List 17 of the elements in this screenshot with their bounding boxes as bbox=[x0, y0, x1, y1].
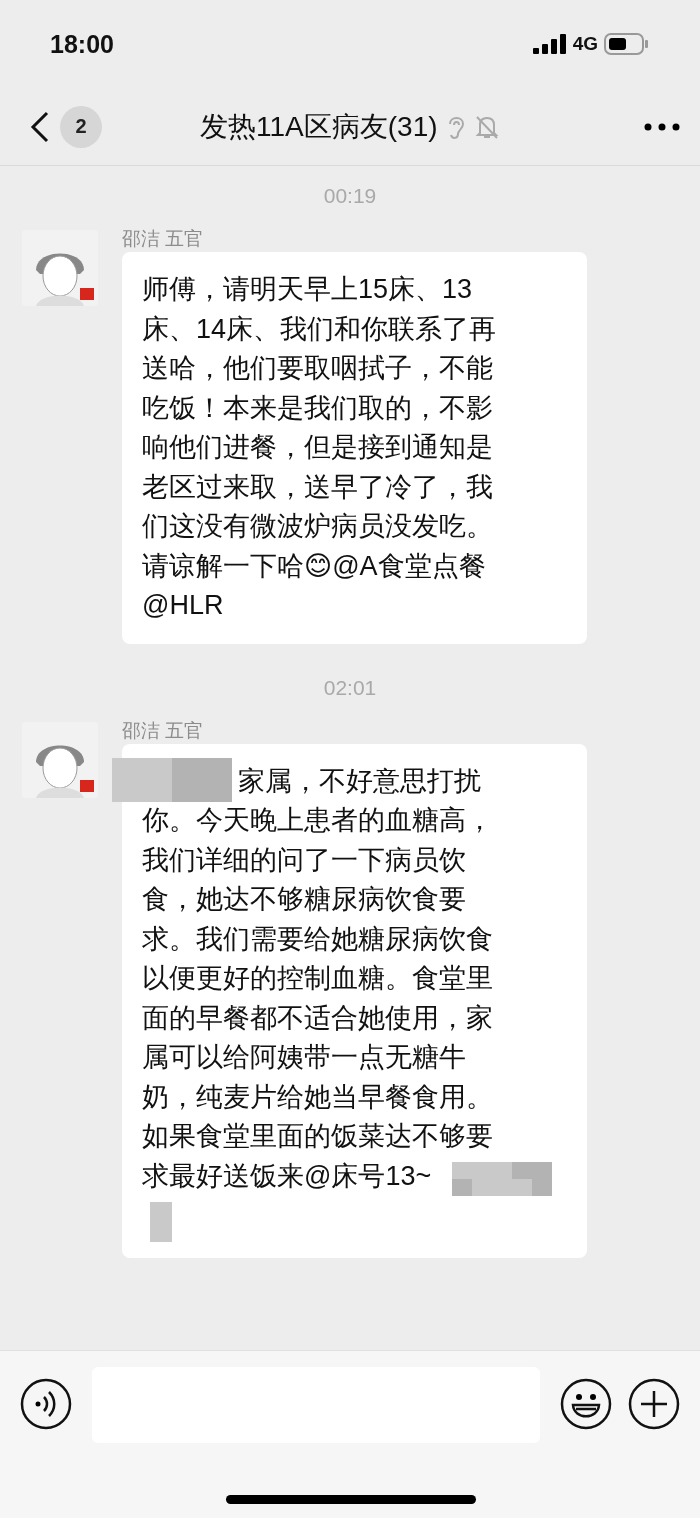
message-text: 师傅，请明天早上15床、13 床、14床、我们和你联系了再 送哈，他们要取咽拭子，不能 吃饭！本来是我们取的，不影 响他们进餐，但是接到通知是 老区过来取，送早了冷了，我 们这没有微波炉病员没发吃。 请谅解一下哈😊@A食堂点餐 @HLR bbox=[142, 273, 498, 622]
chat-title: 发热11A区病友(31) bbox=[200, 109, 438, 144]
message-text: 家属，不好意思打扰 你。今天晚上患者的血糖高， 我们详细的问了一下病员饮 食，她达不够糖尿病饮食要 求。我们需要给她糖尿病饮食 以便更好的控制血糖。食堂里 面的早餐都不适合她使用，家 属可以给阿姨带一点无糖牛 奶，纯麦片给她当早餐食用。 如果食堂里面的饭菜达不够要 求最好送饭来@床号13~ bbox=[142, 764, 494, 1193]
network-label: 4G bbox=[572, 33, 598, 55]
signal-icon bbox=[532, 34, 567, 54]
back-icon[interactable] bbox=[30, 110, 50, 143]
message-timestamp: 02:01 bbox=[322, 674, 378, 701]
unread-count[interactable]: 2 bbox=[60, 105, 102, 148]
sender-name: 邵洁 五官 bbox=[122, 718, 205, 740]
sender-name: 邵洁 五官 bbox=[122, 227, 205, 248]
status-time: 18:00 bbox=[50, 29, 115, 59]
more-icon[interactable] bbox=[644, 122, 680, 131]
plus-icon[interactable] bbox=[628, 1378, 680, 1430]
message-timestamp: 00:19 bbox=[322, 183, 378, 209]
voice-icon[interactable] bbox=[20, 1378, 72, 1430]
battery-icon bbox=[604, 33, 648, 55]
emoji-icon[interactable] bbox=[560, 1378, 612, 1430]
